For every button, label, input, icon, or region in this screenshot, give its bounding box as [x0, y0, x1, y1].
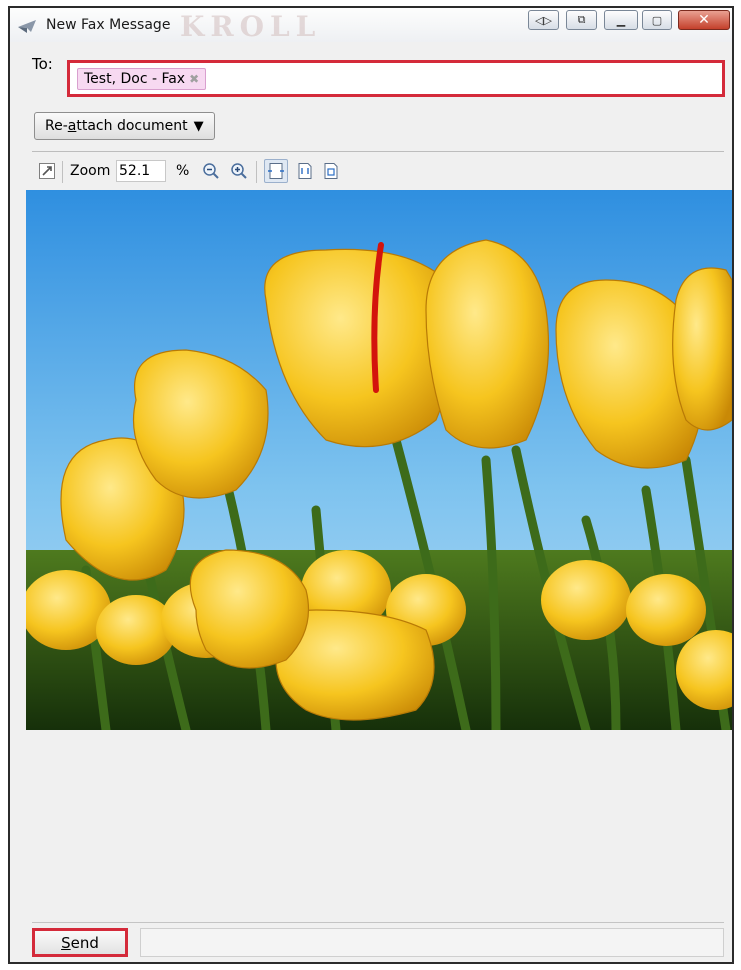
bottom-bar: Send [32, 922, 724, 959]
fax-plane-icon [18, 20, 36, 33]
fit-page-button[interactable] [264, 159, 288, 183]
kroll-watermark: KROLL [180, 10, 322, 43]
maximize-button[interactable]: ▢ [642, 10, 672, 30]
recipient-chip-label: Test, Doc - Fax [84, 71, 186, 87]
close-button[interactable]: ✕ [678, 10, 730, 30]
document-preview-image [26, 190, 732, 730]
remove-recipient-icon[interactable]: ✖ [189, 72, 199, 86]
toolbar-separator [256, 161, 257, 183]
minimize-button[interactable]: ▁ [604, 10, 638, 30]
zoom-out-icon[interactable] [202, 162, 220, 180]
title-bar[interactable]: New Fax Message KROLL ◁▷ ⧉ ▁ ▢ ✕ [10, 8, 732, 43]
zoom-in-icon[interactable] [230, 162, 248, 180]
recipient-field[interactable]: Test, Doc - Fax ✖ [67, 60, 725, 97]
reattach-document-button[interactable]: Re-attach document ▼ [34, 112, 215, 140]
fit-page-icon [268, 163, 284, 179]
recipient-chip[interactable]: Test, Doc - Fax ✖ [77, 68, 207, 90]
toolbar-separator [62, 161, 63, 183]
zoom-unit: % [176, 163, 190, 179]
minimize-icon: ▁ [616, 13, 626, 27]
reattach-label: Re-attach document [45, 118, 188, 134]
dock-button[interactable]: ◁▷ [528, 10, 559, 30]
detach-button[interactable]: ⧉ [566, 10, 597, 30]
detach-icon: ⧉ [577, 13, 586, 26]
dropdown-arrow-icon: ▼ [193, 118, 204, 134]
fit-width-icon[interactable] [296, 162, 314, 180]
window-title: New Fax Message [46, 17, 171, 33]
close-icon: ✕ [698, 12, 710, 28]
zoom-input[interactable] [116, 160, 166, 182]
fax-window: New Fax Message KROLL ◁▷ ⧉ ▁ ▢ ✕ To: Tes… [8, 6, 734, 964]
dock-icon: ◁▷ [535, 13, 552, 27]
maximize-preview-icon[interactable] [38, 162, 56, 180]
zoom-label: Zoom [70, 163, 111, 179]
send-label: Send [61, 933, 99, 952]
send-button[interactable]: Send [32, 928, 128, 957]
to-label: To: [32, 55, 53, 73]
status-field [140, 928, 724, 957]
divider [32, 151, 724, 152]
actual-size-icon[interactable] [322, 162, 340, 180]
maximize-icon: ▢ [651, 13, 663, 27]
zoom-toolbar: Zoom % [32, 158, 724, 186]
